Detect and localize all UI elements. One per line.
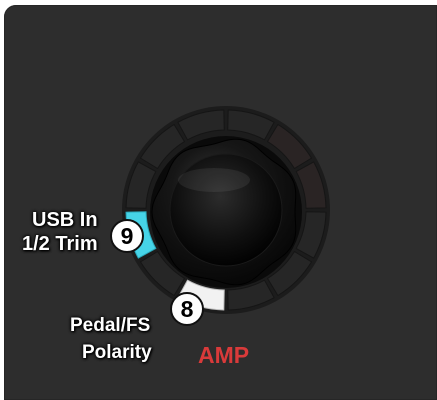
amp-label: AMP [198, 342, 250, 368]
usb-in-label-line2: 1/2 Trim [22, 233, 98, 255]
pedal-polarity-label: Pedal/FS Polarity [70, 312, 152, 366]
callout-badge-pedal-polarity: 8 [170, 292, 204, 326]
usb-in-label-line1: USB In [32, 209, 98, 231]
pedal-label-line1: Pedal/FS [70, 315, 151, 336]
usb-in-trim-label: USB In 1/2 Trim [22, 208, 98, 256]
pedal-label-line2: Polarity [82, 342, 152, 363]
knob-body[interactable] [150, 136, 302, 288]
callout-badge-usb-trim: 9 [110, 219, 144, 253]
knob-highlight [178, 168, 250, 192]
rotary-knob-assembly[interactable] [0, 0, 437, 400]
